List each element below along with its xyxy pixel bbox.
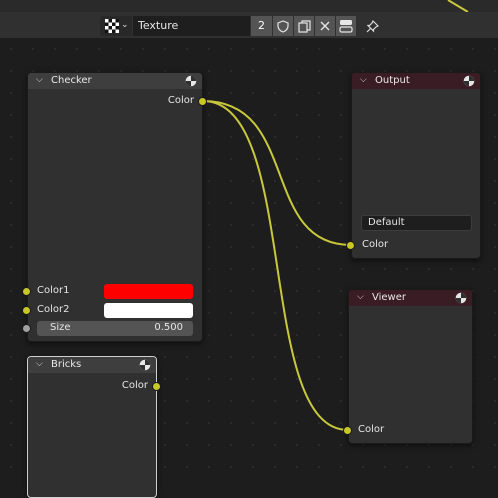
size-field[interactable]: Size 0.500 (37, 321, 193, 336)
shield-icon (277, 19, 289, 33)
viewer-node-header[interactable]: ⌵ Viewer (349, 290, 472, 306)
bricks-node[interactable]: ⌵ Bricks Color (27, 356, 157, 498)
preview-toggle-icon[interactable] (463, 75, 475, 87)
chevron-down-icon[interactable]: ⌵ (360, 75, 367, 85)
output-name-field[interactable]: Default (361, 215, 472, 231)
texture-name-field[interactable]: Texture (133, 16, 250, 36)
checker-node-title: Checker (51, 75, 92, 86)
bricks-node-header[interactable]: ⌵ Bricks (28, 357, 156, 373)
bricks-output-label: Color (121, 380, 148, 391)
new-texture-button[interactable] (294, 16, 314, 36)
viewer-node[interactable]: ⌵ Viewer Color (348, 289, 473, 444)
output-color-label: Color (362, 239, 389, 250)
checker-output-label: Color (167, 95, 194, 106)
checker-node[interactable]: ⌵ Checker Color Color1 Color2 Size 0.500 (27, 72, 203, 342)
viewer-color-label: Color (358, 424, 385, 435)
unlink-texture-button[interactable] (315, 16, 335, 36)
chevron-down-icon[interactable]: ⌵ (357, 292, 364, 302)
size-label: Size (50, 322, 71, 333)
output-node[interactable]: ⌵ Output Default Color (351, 72, 481, 259)
duplicate-icon (297, 19, 311, 33)
fake-user-button[interactable] (273, 16, 293, 36)
viewer-node-title: Viewer (372, 292, 406, 303)
color1-input-socket[interactable] (22, 287, 31, 296)
pin-button[interactable] (362, 16, 382, 36)
chevron-down-icon: ⌄ (121, 20, 129, 30)
size-value: 0.500 (154, 322, 183, 333)
output-node-header[interactable]: ⌵ Output (352, 73, 480, 89)
color2-input-socket[interactable] (22, 306, 31, 315)
node-header-bar: ⌄ Texture 2 (0, 12, 498, 38)
preview-toggle-icon[interactable] (185, 75, 197, 87)
texture-selector: ⌄ Texture 2 (100, 16, 379, 36)
close-icon (320, 21, 330, 31)
toggle-icon (339, 20, 353, 33)
browse-texture-button[interactable]: ⌄ (100, 16, 132, 36)
color1-label: Color1 (37, 285, 70, 296)
chevron-down-icon[interactable]: ⌵ (36, 75, 43, 85)
chevron-down-icon[interactable]: ⌵ (36, 359, 43, 369)
output-name-value: Default (368, 217, 405, 228)
pin-icon (366, 19, 379, 32)
output-color-input-socket[interactable] (346, 241, 355, 250)
checker-color-output-socket[interactable] (198, 97, 207, 106)
preview-toggle-icon[interactable] (139, 359, 151, 371)
color1-swatch[interactable] (104, 284, 193, 299)
user-count-button[interactable]: 2 (251, 16, 272, 36)
bricks-color-output-socket[interactable] (152, 382, 161, 391)
viewer-color-input-socket[interactable] (343, 426, 352, 435)
size-input-socket[interactable] (22, 324, 31, 333)
bricks-node-title: Bricks (51, 359, 82, 370)
checker-node-header[interactable]: ⌵ Checker (28, 73, 202, 89)
texture-toggle-button[interactable] (336, 16, 356, 36)
color2-swatch[interactable] (104, 303, 193, 318)
color2-label: Color2 (37, 304, 70, 315)
preview-toggle-icon[interactable] (455, 292, 467, 304)
checker-texture-icon (105, 19, 119, 33)
output-node-title: Output (375, 75, 410, 86)
